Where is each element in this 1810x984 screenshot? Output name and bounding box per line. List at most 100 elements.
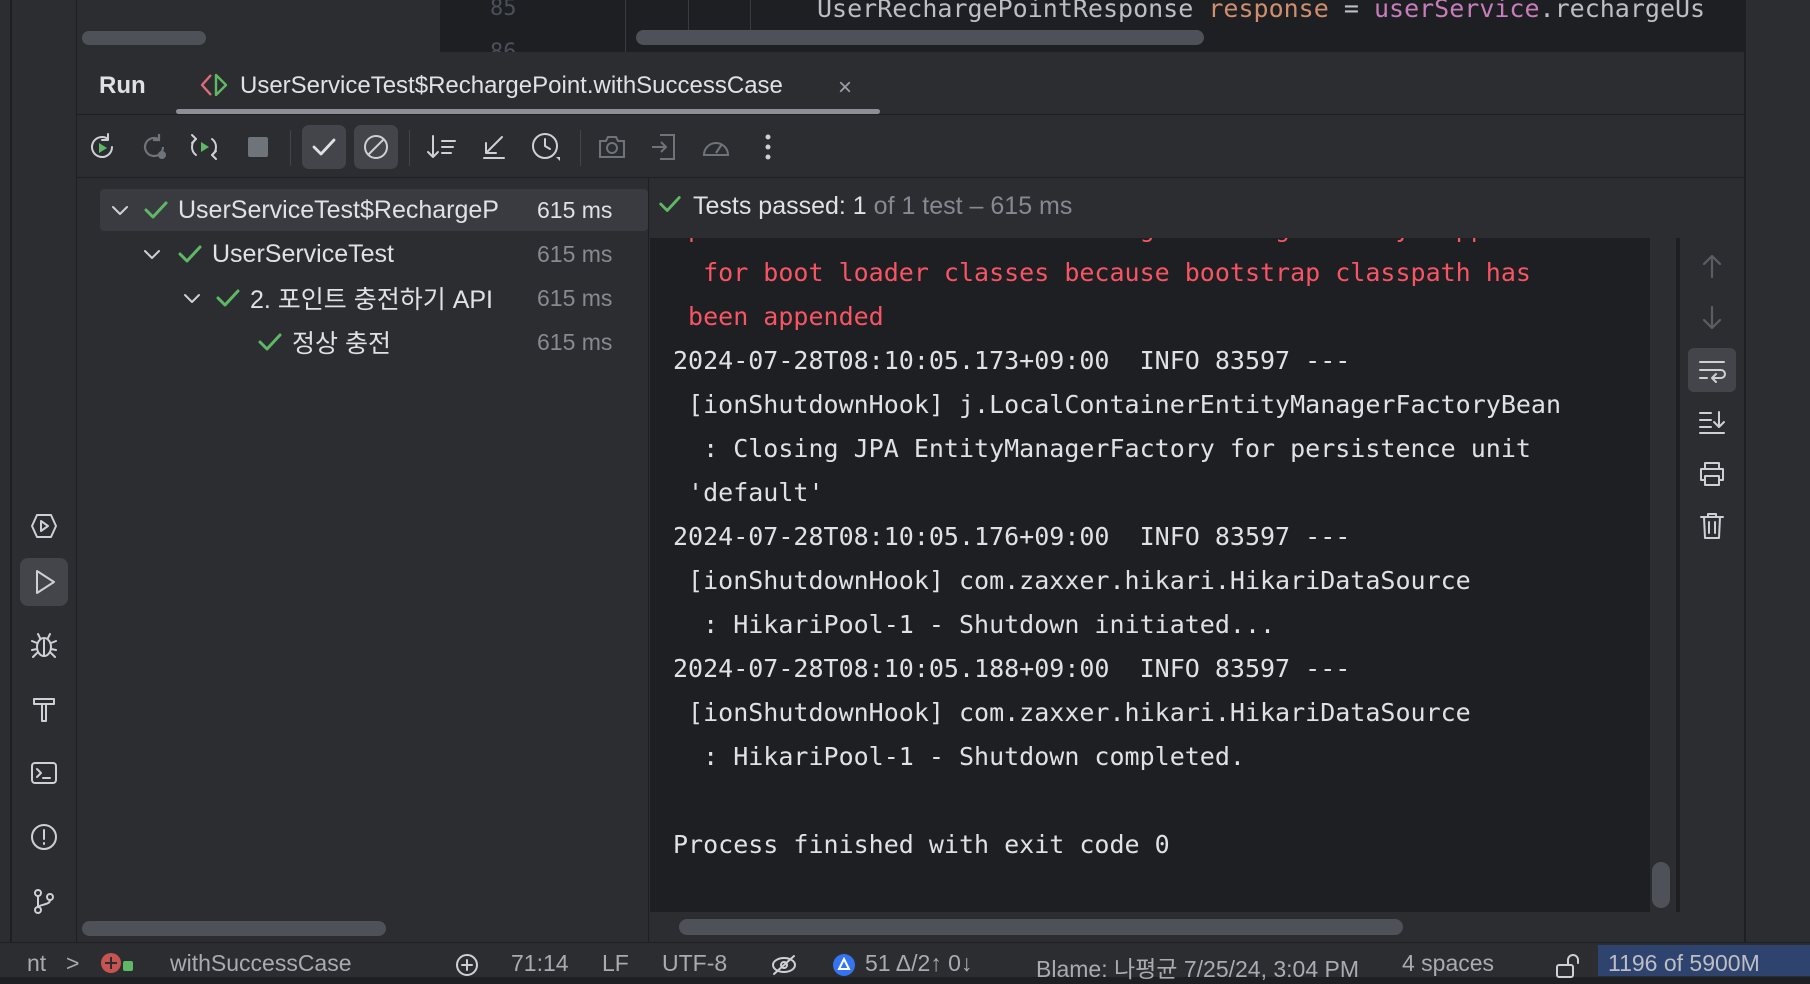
history-icon <box>532 133 560 161</box>
clear-all-button[interactable] <box>1688 504 1736 548</box>
vcs-icon[interactable] <box>831 952 857 978</box>
lock-icon[interactable] <box>1554 953 1582 979</box>
scroll-to-end-button[interactable] <box>1688 400 1736 444</box>
warning-circle-icon <box>31 824 57 850</box>
indent-setting[interactable]: 4 spaces <box>1402 950 1494 977</box>
git-branch-icon <box>34 889 54 914</box>
console-line: [ionShutdownHook] j.LocalContainerEntity… <box>673 390 1562 419</box>
editor-horizontal-scrollbar[interactable] <box>636 30 1204 45</box>
console-line: [ionShutdownHook] com.zaxxer.hikari.Hika… <box>673 698 1471 727</box>
test-passed-icon <box>258 333 282 351</box>
next-occurrence-button[interactable] <box>1688 296 1736 340</box>
tree-item-nested-class[interactable]: 2. 포인트 충전하기 API <box>180 277 493 319</box>
ignored-icon <box>364 135 388 159</box>
tree-item-time: 615 ms <box>537 197 613 223</box>
coverage-button[interactable] <box>694 125 738 169</box>
breadcrumb-separator: > <box>66 950 80 976</box>
show-ignored-toggle[interactable] <box>354 125 398 169</box>
rerun-button[interactable] <box>80 125 124 169</box>
console-line: for boot loader classes because bootstra… <box>673 258 1531 287</box>
toggle-auto-test-button[interactable] <box>182 125 226 169</box>
test-method-icon <box>99 951 135 975</box>
terminal-tool-button[interactable] <box>20 749 68 797</box>
tests-passed-detail: of 1 test – 615 ms <box>866 192 1073 220</box>
close-tab-icon[interactable]: × <box>838 74 852 102</box>
print-button[interactable] <box>1688 452 1736 496</box>
printer-icon <box>1700 462 1724 486</box>
services-icon <box>31 514 57 538</box>
test-passed-icon <box>144 201 168 219</box>
ai-assistant-icon[interactable] <box>454 952 480 978</box>
build-tool-button[interactable] <box>20 685 68 733</box>
tests-passed-label: Tests passed: 1 <box>693 192 867 220</box>
show-passed-toggle[interactable] <box>302 125 346 169</box>
sort-button[interactable] <box>420 125 464 169</box>
code-type: UserRechargePointResponse <box>817 0 1194 23</box>
line-number: 85 <box>490 0 517 21</box>
rerun-failed-icon <box>143 134 166 159</box>
breadcrumb-item[interactable]: nt <box>27 950 46 977</box>
export-button[interactable] <box>642 125 686 169</box>
tree-item-class[interactable]: UserServiceTest <box>140 233 394 275</box>
debug-tool-button[interactable] <box>20 621 68 669</box>
soft-wrap-icon <box>1699 361 1726 383</box>
chevron-down-icon[interactable] <box>180 286 204 310</box>
console-vertical-scrollbar[interactable] <box>1652 862 1670 908</box>
speedometer-icon <box>702 142 730 156</box>
memory-indicator[interactable]: 1196 of 5900M <box>1608 950 1760 977</box>
run-tab-label[interactable]: UserServiceTest$RechargePoint.withSucces… <box>240 72 783 100</box>
problems-tool-button[interactable] <box>20 813 68 861</box>
test-config-icon <box>199 72 229 98</box>
console-horizontal-scrollbar[interactable] <box>679 919 1403 935</box>
stop-button[interactable] <box>236 125 280 169</box>
code-method-call: .rechargeUs <box>1539 0 1706 23</box>
run-tool-button[interactable] <box>20 558 68 606</box>
tests-status: Tests passed: 1 of 1 test – 615 ms <box>657 191 1072 221</box>
tree-horizontal-scrollbar[interactable] <box>82 921 386 936</box>
console-line: been appended <box>673 302 884 331</box>
git-blame[interactable]: Blame: 나평균 7/25/24, 3:04 PM <box>1036 950 1359 984</box>
previous-occurrence-button[interactable] <box>1688 244 1736 288</box>
tree-item-test-method[interactable]: 정상 충전 <box>256 321 391 363</box>
right-tool-window-bar <box>1744 0 1810 976</box>
splitter[interactable] <box>648 178 649 942</box>
caret-position[interactable]: 71:14 <box>511 950 569 977</box>
console-line: 2024-07-28T08:10:05.188+09:00 INFO 83597… <box>673 654 1351 683</box>
history-button[interactable] <box>524 125 568 169</box>
chevron-down-icon[interactable] <box>108 198 132 222</box>
breadcrumb-method[interactable]: withSuccessCase <box>170 950 352 977</box>
console-vertical-scrolltrack <box>1650 238 1676 912</box>
collapse-icon <box>483 136 505 159</box>
code-operator: = <box>1343 0 1359 23</box>
test-passed-icon <box>178 245 202 263</box>
terminal-icon <box>31 762 57 784</box>
screenshot-button[interactable] <box>590 125 634 169</box>
test-passed-icon <box>659 196 681 212</box>
rerun-failed-button[interactable] <box>132 125 176 169</box>
tree-item-time: 615 ms <box>537 241 613 267</box>
git-tool-button[interactable] <box>20 877 68 925</box>
services-button[interactable] <box>20 502 68 550</box>
vcs-changes[interactable]: 51 Δ/2↑ 0↓ <box>865 950 972 977</box>
code-line[interactable]: UserRechargePointResponse response = use… <box>817 0 1705 23</box>
code-field: userService <box>1373 0 1540 23</box>
chevron-down-icon[interactable] <box>140 242 164 266</box>
read-only-icon[interactable] <box>770 953 798 977</box>
console-line: Process finished with exit code 0 <box>673 830 1170 859</box>
more-actions-button[interactable] <box>746 125 790 169</box>
test-passed-icon <box>216 289 240 307</box>
gutter-divider <box>750 0 751 30</box>
project-panel-scrollbar[interactable] <box>82 31 206 45</box>
toolbar-separator <box>409 130 410 166</box>
console-line: 'default' <box>673 478 824 507</box>
bug-icon <box>31 633 57 658</box>
console-line: : HikariPool-1 - Shutdown initiated... <box>673 610 1276 639</box>
line-separator[interactable]: LF <box>602 950 629 977</box>
active-tab-indicator <box>176 109 880 114</box>
console-line: : HikariPool-1 - Shutdown completed. <box>673 742 1245 771</box>
tree-item-label: 2. 포인트 충전하기 API <box>250 286 493 314</box>
collapse-button[interactable] <box>472 125 516 169</box>
file-encoding[interactable]: UTF-8 <box>662 950 727 977</box>
soft-wrap-toggle[interactable] <box>1688 348 1736 392</box>
more-icon <box>765 134 771 160</box>
